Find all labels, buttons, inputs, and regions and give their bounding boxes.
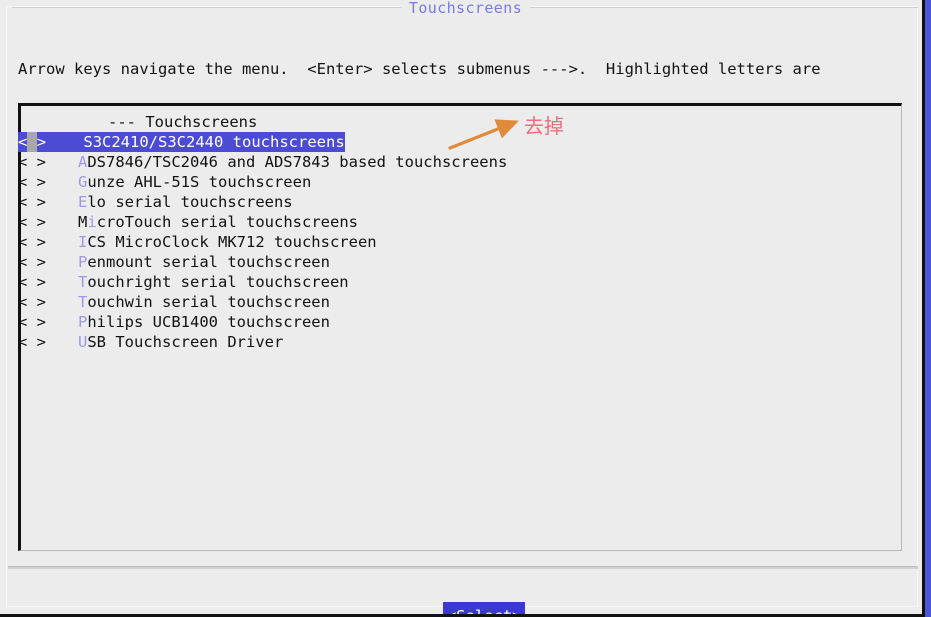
menu-item-label: S3C2410/S3C2440 touchscreens	[83, 133, 345, 151]
menu-item-checkbox[interactable]: < >	[18, 172, 78, 192]
menu-item-1[interactable]: < > ADS7846/TSC2046 and ADS7843 based tou…	[18, 152, 898, 172]
menu-item-checkbox[interactable]: < >	[18, 252, 78, 272]
legend-line-1: Arrow keys navigate the menu. <Enter> se…	[18, 60, 821, 78]
menu-item-label-prefix: M	[78, 213, 88, 231]
menu-item-hotkey: P	[78, 313, 88, 331]
desktop-strip	[925, 0, 931, 617]
menu-item-4[interactable]: < > MicroTouch serial touchscreens	[18, 212, 898, 232]
window-title: Touchscreens	[0, 0, 931, 17]
menu-item-checkbox[interactable]: < >	[18, 212, 78, 232]
menu-item-hotkey: P	[78, 253, 88, 271]
menu-item-8[interactable]: < > Touchwin serial touchscreen	[18, 292, 898, 312]
menu-item-3[interactable]: < > Elo serial touchscreens	[18, 192, 898, 212]
menu-item-hotkey: T	[78, 293, 88, 311]
menu-item-hotkey: i	[87, 213, 97, 231]
menu-item-highlight: < > S3C2410/S3C2440 touchscreens	[18, 132, 345, 152]
window-title-text: Touchscreens	[400, 0, 531, 17]
menu-item-label: hilips UCB1400 touchscreen	[87, 313, 330, 331]
menu-item-checkbox[interactable]: < >	[18, 192, 78, 212]
menu-item-10[interactable]: < > USB Touchscreen Driver	[18, 332, 898, 352]
menu-item-checkbox[interactable]: < >	[18, 232, 78, 252]
menu-section-header: --- Touchscreens	[108, 113, 258, 131]
menu-item-5[interactable]: < > ICS MicroClock MK712 touchscreen	[18, 232, 898, 252]
menu-item-label: ouchright serial touchscreen	[87, 273, 349, 291]
menu-item-checkbox[interactable]: < >	[18, 272, 78, 292]
selection-cursor	[27, 132, 37, 152]
menu-item-7[interactable]: < > Touchright serial touchscreen	[18, 272, 898, 292]
menu-item-hotkey: I	[78, 233, 88, 251]
menu-item-6[interactable]: < > Penmount serial touchscreen	[18, 252, 898, 272]
checkbox-close-bracket: >	[36, 133, 84, 151]
menu-item-hotkey: A	[78, 153, 88, 171]
menu-item-checkbox[interactable]: < >	[18, 152, 78, 172]
menu-item-hotkey: T	[78, 273, 88, 291]
menu-item-9[interactable]: < > Philips UCB1400 touchscreen	[18, 312, 898, 332]
menuconfig-screen: Touchscreens Arrow keys navigate the men…	[0, 0, 931, 617]
menu-item-checkbox[interactable]: < >	[18, 312, 78, 332]
menu-item-label: SB Touchscreen Driver	[87, 333, 284, 351]
menu-item-label: enmount serial touchscreen	[87, 253, 330, 271]
menu-item-label: croTouch serial touchscreens	[96, 213, 358, 231]
menu-item-label: CS MicroClock MK712 touchscreen	[87, 233, 377, 251]
menu-item-checkbox[interactable]: < >	[18, 332, 78, 352]
menu-list[interactable]: --- Touchscreens < > S3C2410/S3C2440 touc…	[18, 112, 898, 352]
button-bar: <Select> < Exit > < Help >	[0, 576, 931, 617]
checkbox-open-bracket: <	[18, 133, 28, 151]
menu-item-checkbox[interactable]: < >	[18, 292, 78, 312]
button-bar-separator	[8, 566, 918, 569]
menu-item-0[interactable]: < > S3C2410/S3C2440 touchscreens	[18, 132, 898, 152]
menu-item-label: unze AHL-51S touchscreen	[87, 173, 312, 191]
menu-item-hotkey: G	[78, 173, 88, 191]
annotation-label: 去掉	[524, 114, 564, 138]
menu-item-label: ouchwin serial touchscreen	[87, 293, 330, 311]
menu-item-hotkey: U	[78, 333, 88, 351]
menu-item-label: DS7846/TSC2046 and ADS7843 based touchsc…	[87, 153, 508, 171]
menu-item-2[interactable]: < > Gunze AHL-51S touchscreen	[18, 172, 898, 192]
menu-item-hotkey: E	[78, 193, 88, 211]
menu-item-label: lo serial touchscreens	[87, 193, 293, 211]
